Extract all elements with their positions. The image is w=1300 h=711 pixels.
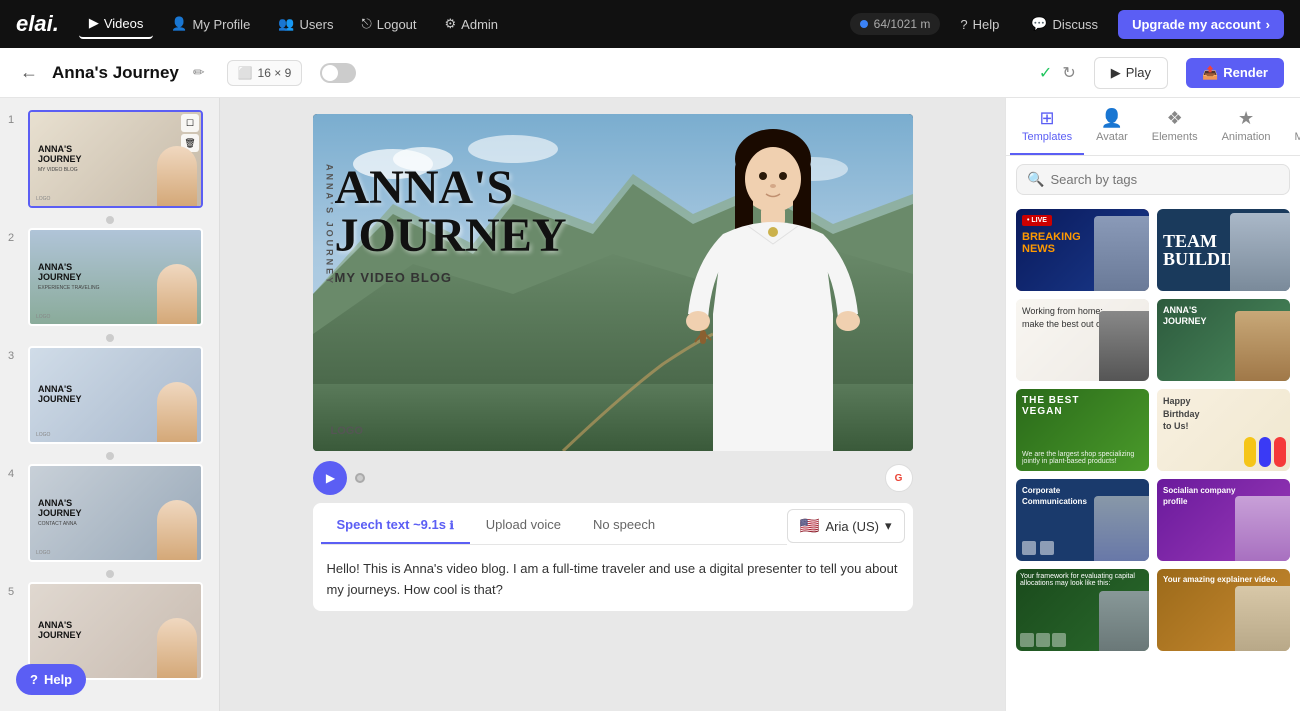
slide-3-dot bbox=[0, 448, 219, 460]
help-button[interactable]: ? Help bbox=[16, 664, 86, 695]
slide-thumbnail-3: ANNA'SJOURNEY LOGO bbox=[28, 346, 203, 444]
refresh-icon[interactable]: ↻ bbox=[1062, 63, 1075, 83]
slide-panel: 1 ☐ 🗑 ANNA'SJOURNEY MY VIDEO BLOG LOGO 2 bbox=[0, 98, 220, 711]
check-icon: ✓ bbox=[1039, 63, 1052, 83]
brand-logo: elai. bbox=[16, 11, 59, 37]
canvas-controls: ▶ G bbox=[313, 461, 913, 495]
play-icon: ▶ bbox=[1111, 65, 1121, 81]
logout-icon: ⎋ bbox=[361, 16, 371, 32]
templates-grid: • LIVE BREAKING NEWS TEAMBUILDING Workin… bbox=[1006, 203, 1300, 657]
slide-item-1[interactable]: 1 ☐ 🗑 ANNA'SJOURNEY MY VIDEO BLOG LOGO bbox=[0, 106, 219, 212]
help-nav-button[interactable]: ? Help bbox=[948, 11, 1011, 38]
progress-indicator[interactable] bbox=[355, 473, 365, 483]
canvas-play-button[interactable]: ▶ bbox=[313, 461, 347, 495]
template-card-2[interactable]: TEAMBUILDING bbox=[1157, 209, 1290, 291]
template-card-4[interactable]: ANNA'SJOURNEY bbox=[1157, 299, 1290, 381]
template-card-9[interactable]: Your framework for evaluating capital al… bbox=[1016, 569, 1149, 651]
nav-videos[interactable]: ▶ Videos bbox=[79, 9, 154, 39]
back-button[interactable]: ← bbox=[16, 58, 42, 87]
nav-my-profile[interactable]: 👤 My Profile bbox=[161, 10, 260, 38]
template-card-8[interactable]: Socialian companyprofile bbox=[1157, 479, 1290, 561]
template-card-1[interactable]: • LIVE BREAKING NEWS bbox=[1016, 209, 1149, 291]
avatar-icon: 👤 bbox=[1101, 108, 1123, 129]
tab-upload-voice[interactable]: Upload voice bbox=[470, 507, 577, 544]
discuss-icon: 💬 bbox=[1031, 16, 1047, 32]
speech-tabs: Speech text ~9.1s ℹ Upload voice No spee… bbox=[321, 507, 787, 545]
project-title: Anna's Journey bbox=[52, 63, 179, 83]
elements-icon: ❖ bbox=[1167, 108, 1183, 129]
template-search: 🔍 bbox=[1006, 156, 1300, 203]
flag-icon: 🇺🇸 bbox=[800, 516, 820, 536]
chevron-down-icon: ▾ bbox=[885, 518, 892, 534]
slide-2-dot bbox=[0, 330, 219, 342]
canvas-title-2: JOURNEY bbox=[335, 212, 567, 260]
top-nav: elai. ▶ Videos 👤 My Profile 👥 Users ⎋ Lo… bbox=[0, 0, 1300, 48]
canvas-title-1: ANNA'S bbox=[335, 164, 567, 212]
speech-content-text[interactable]: Hello! This is Anna's video blog. I am a… bbox=[313, 549, 913, 611]
help-circle-icon: ? bbox=[30, 672, 38, 687]
slide-item-3[interactable]: 3 ANNA'SJOURNEY LOGO bbox=[0, 342, 219, 448]
edit-icon[interactable]: ✏ bbox=[193, 64, 205, 81]
users-icon: 👥 bbox=[278, 16, 294, 32]
speech-section: Speech text ~9.1s ℹ Upload voice No spee… bbox=[313, 503, 913, 611]
tab-animation[interactable]: ★ Animation bbox=[1210, 98, 1283, 155]
template-card-3[interactable]: Working from home:make the best out of i… bbox=[1016, 299, 1149, 381]
canvas-side-text: ANNA'S JOURNEY bbox=[325, 164, 335, 286]
template-card-7[interactable]: CorporateCommunications bbox=[1016, 479, 1149, 561]
canvas-frame[interactable]: ANNA'S JOURNEY MY VIDEO BLOG ANNA'S JOUR… bbox=[313, 114, 913, 451]
voice-selector[interactable]: 🇺🇸 Aria (US) ▾ bbox=[787, 509, 905, 543]
nav-admin[interactable]: ⚙ Admin bbox=[435, 10, 509, 38]
admin-icon: ⚙ bbox=[445, 16, 457, 32]
tab-avatar[interactable]: 👤 Avatar bbox=[1084, 98, 1140, 155]
tab-templates[interactable]: ⊞ Templates bbox=[1010, 98, 1084, 155]
canvas-logo: LOGO bbox=[331, 425, 363, 437]
template-card-10[interactable]: Your amazing explainer video. bbox=[1157, 569, 1290, 651]
play-button[interactable]: ▶ Play bbox=[1094, 57, 1168, 89]
slide-item-2[interactable]: 2 ANNA'SJOURNEY EXPERIENCE TRAVELING LOG… bbox=[0, 224, 219, 330]
tab-speech-text[interactable]: Speech text ~9.1s ℹ bbox=[321, 507, 470, 544]
canvas-area: ANNA'S JOURNEY MY VIDEO BLOG ANNA'S JOUR… bbox=[220, 98, 1005, 711]
nav-users[interactable]: 👥 Users bbox=[268, 10, 343, 38]
usage-dot bbox=[860, 20, 868, 28]
animation-icon: ★ bbox=[1238, 108, 1254, 129]
slide-item-4[interactable]: 4 ANNA'SJOURNEY CONTACT ANNA LOGO bbox=[0, 460, 219, 566]
right-panel: ⊞ Templates 👤 Avatar ❖ Elements ★ Animat… bbox=[1005, 98, 1300, 711]
search-wrap: 🔍 bbox=[1016, 164, 1290, 195]
render-button[interactable]: 📤 Render bbox=[1186, 58, 1284, 88]
profile-icon: 👤 bbox=[171, 16, 187, 32]
chevron-right-icon: › bbox=[1266, 17, 1270, 32]
google-button[interactable]: G bbox=[885, 464, 913, 492]
usage-badge: 64/1021 m bbox=[850, 13, 941, 35]
template-card-5[interactable]: THE BESTVEGAN We are the largest shop sp… bbox=[1016, 389, 1149, 471]
speech-tabs-row: Speech text ~9.1s ℹ Upload voice No spee… bbox=[313, 503, 913, 549]
search-input[interactable] bbox=[1050, 172, 1279, 187]
template-card-6[interactable]: HappyBirthdayto Us! bbox=[1157, 389, 1290, 471]
search-icon: 🔍 bbox=[1027, 171, 1044, 188]
video-icon: ▶ bbox=[89, 15, 99, 31]
aspect-ratio-button[interactable]: ⬜ 16 × 9 bbox=[227, 60, 303, 86]
slide-4-dot bbox=[0, 566, 219, 578]
tab-no-speech[interactable]: No speech bbox=[577, 507, 671, 544]
view-toggle[interactable] bbox=[320, 63, 356, 83]
slide-thumbnail-4: ANNA'SJOURNEY CONTACT ANNA LOGO bbox=[28, 464, 203, 562]
toggle-wrap bbox=[320, 63, 356, 83]
slide-thumbnail-2: ANNA'SJOURNEY EXPERIENCE TRAVELING LOGO bbox=[28, 228, 203, 326]
discuss-nav-button[interactable]: 💬 Discuss bbox=[1019, 10, 1110, 38]
tab-elements[interactable]: ❖ Elements bbox=[1140, 98, 1210, 155]
play-triangle-icon: ▶ bbox=[326, 471, 335, 485]
slide-thumbnail-1: ☐ 🗑 ANNA'SJOURNEY MY VIDEO BLOG LOGO bbox=[28, 110, 203, 208]
canvas-subtitle: MY VIDEO BLOG bbox=[335, 270, 567, 285]
info-icon: ℹ bbox=[450, 520, 454, 532]
nav-logout[interactable]: ⎋ Logout bbox=[351, 10, 426, 38]
secondary-bar: ← Anna's Journey ✏ ⬜ 16 × 9 ✓ ↻ ▶ Play 📤… bbox=[0, 48, 1300, 98]
templates-icon: ⊞ bbox=[1040, 108, 1055, 129]
aspect-icon: ⬜ bbox=[238, 66, 253, 80]
main-area: 1 ☐ 🗑 ANNA'SJOURNEY MY VIDEO BLOG LOGO 2 bbox=[0, 98, 1300, 711]
tab-music[interactable]: ♪ Music bbox=[1283, 98, 1300, 155]
right-panel-tabs: ⊞ Templates 👤 Avatar ❖ Elements ★ Animat… bbox=[1006, 98, 1300, 156]
slide-1-dot bbox=[0, 212, 219, 224]
render-icon: 📤 bbox=[1202, 65, 1218, 81]
upgrade-button[interactable]: Upgrade my account › bbox=[1118, 10, 1284, 39]
help-icon: ? bbox=[960, 17, 967, 32]
